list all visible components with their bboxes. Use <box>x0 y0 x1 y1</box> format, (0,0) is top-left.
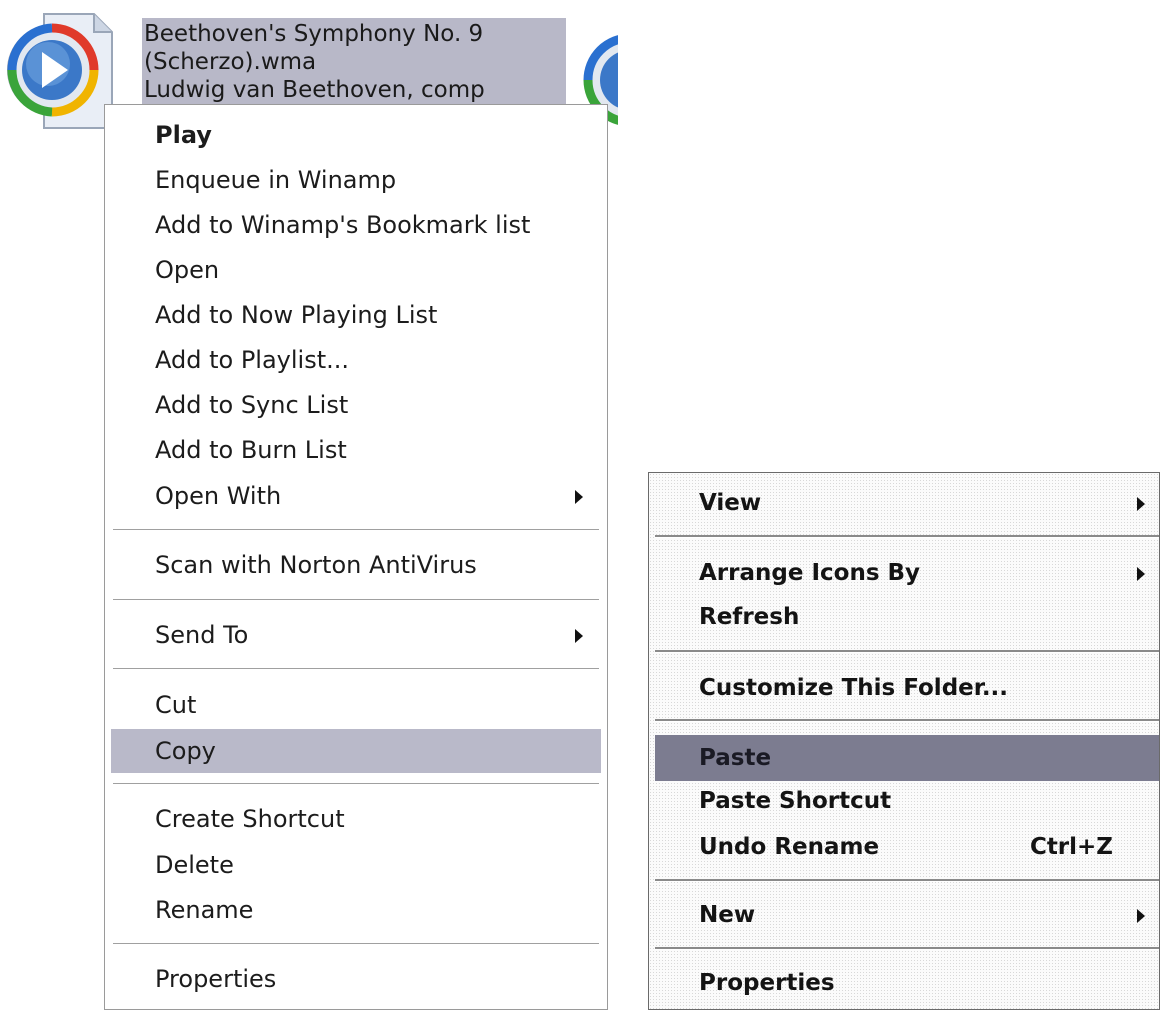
desktop-context-menu: View Arrange Icons By Refresh Customize … <box>648 472 1160 1010</box>
menu-item-create-shortcut[interactable]: Create Shortcut <box>111 799 601 839</box>
submenu-arrow-icon <box>1137 567 1145 581</box>
file-context-menu: Play Enqueue in Winamp Add to Winamp's B… <box>104 104 608 1010</box>
file-name-line3: Ludwig van Beethoven, comp <box>144 77 485 103</box>
menu-item-add-now-playing[interactable]: Add to Now Playing List <box>111 295 601 335</box>
menu-item-rename[interactable]: Rename <box>111 890 601 930</box>
menu-item-play[interactable]: Play <box>111 115 601 155</box>
menu-item-open-with[interactable]: Open With <box>111 476 601 516</box>
menu-item-open-with-label: Open With <box>155 482 282 510</box>
menu-item-undo-rename-label: Undo Rename <box>699 834 880 860</box>
menu-item-arrange-icons-by[interactable]: Arrange Icons By <box>655 553 1159 593</box>
menu-item-cut[interactable]: Cut <box>111 685 601 725</box>
menu-item-refresh[interactable]: Refresh <box>655 597 1159 637</box>
menu-separator <box>655 719 1159 722</box>
windows-media-audio-icon[interactable] <box>4 10 114 130</box>
submenu-arrow-icon <box>575 629 583 643</box>
file-name-line1: Beethoven's Symphony No. 9 <box>144 21 484 47</box>
menu-item-add-sync-list[interactable]: Add to Sync List <box>111 385 601 425</box>
menu-separator <box>655 879 1159 882</box>
menu-item-view[interactable]: View <box>655 483 1159 523</box>
menu-item-add-burn-list[interactable]: Add to Burn List <box>111 430 601 470</box>
menu-item-open[interactable]: Open <box>111 250 601 290</box>
menu-item-arrange-label: Arrange Icons By <box>699 560 921 586</box>
menu-item-new-label: New <box>699 902 756 928</box>
menu-separator <box>113 943 599 945</box>
menu-item-winamp-bookmark[interactable]: Add to Winamp's Bookmark list <box>111 205 601 245</box>
menu-item-new[interactable]: New <box>655 895 1159 935</box>
submenu-arrow-icon <box>575 490 583 504</box>
menu-item-add-playlist[interactable]: Add to Playlist... <box>111 340 601 380</box>
menu-item-scan-norton[interactable]: Scan with Norton AntiVirus <box>111 545 601 585</box>
menu-item-properties[interactable]: Properties <box>655 963 1159 1003</box>
menu-separator <box>655 535 1159 538</box>
menu-item-send-to[interactable]: Send To <box>111 615 601 655</box>
menu-separator <box>113 529 599 531</box>
menu-item-undo-rename[interactable]: Undo Rename Ctrl+Z <box>655 827 1159 867</box>
menu-separator <box>655 650 1159 653</box>
menu-separator <box>113 783 599 785</box>
menu-item-paste-shortcut[interactable]: Paste Shortcut <box>655 781 1159 821</box>
menu-item-view-label: View <box>699 490 762 516</box>
menu-separator <box>655 947 1159 950</box>
menu-item-send-to-label: Send To <box>155 621 249 649</box>
menu-separator <box>113 668 599 670</box>
menu-item-properties[interactable]: Properties <box>111 959 601 999</box>
file-name-label[interactable]: Beethoven's Symphony No. 9 (Scherzo).wma… <box>142 18 566 104</box>
menu-item-copy[interactable]: Copy <box>111 729 601 773</box>
menu-item-enqueue-winamp[interactable]: Enqueue in Winamp <box>111 160 601 200</box>
submenu-arrow-icon <box>1137 909 1145 923</box>
submenu-arrow-icon <box>1137 497 1145 511</box>
menu-item-paste[interactable]: Paste <box>655 735 1159 781</box>
menu-item-customize-folder[interactable]: Customize This Folder... <box>655 668 1159 708</box>
file-name-line2: (Scherzo).wma <box>144 49 317 75</box>
shortcut-label: Ctrl+Z <box>1029 834 1113 860</box>
menu-item-delete[interactable]: Delete <box>111 845 601 885</box>
menu-separator <box>113 599 599 601</box>
